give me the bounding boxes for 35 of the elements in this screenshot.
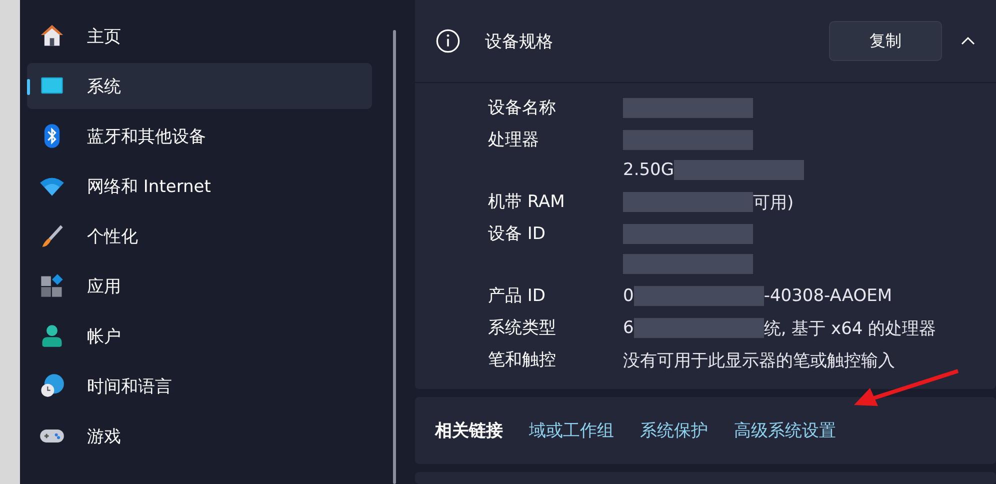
spec-value: 没有可用于此显示器的笔或触控输入 [623,350,895,372]
scrollbar[interactable] [393,30,396,484]
nav-item[interactable]: 主页 [27,13,372,59]
nav-item[interactable]: 应用 [27,263,372,309]
link[interactable]: 域或工作组 [529,419,614,442]
spec-label: 笔和触控 [488,349,557,372]
spec-label: 机带 RAM [488,191,566,214]
section-title: 设备规格 [485,30,554,52]
nav-item[interactable]: 游戏 [27,413,372,459]
nav-item[interactable]: 个性化 [27,213,372,259]
link[interactable]: 系统保护 [640,419,708,442]
globe-clock-icon [39,373,65,399]
link[interactable]: 高级系统设置 [734,419,836,442]
links-title: 相关链接 [435,420,503,442]
nav-item[interactable]: 帐户 [27,313,372,359]
spec-value: 6 [623,318,634,338]
selection-indicator [27,79,30,95]
spec-value: -40308-AAOEM [764,286,892,306]
nav-item[interactable]: 蓝牙和其他设备 [27,113,372,159]
spec-label: 产品 ID [488,285,547,308]
house-icon [39,23,65,49]
spec-value: 2.50G [623,160,674,180]
spec-value: 统, 基于 x64 的处理器 [764,318,936,340]
spec-label: 系统类型 [488,317,557,340]
nav-item[interactable]: 系统 [27,63,372,109]
nav-item[interactable]: 时间和语言 [27,363,372,409]
spec-value: 可用) [753,192,794,214]
apps-icon [39,273,65,299]
spec-label: 处理器 [488,129,540,152]
spec-value: 0 [623,286,634,306]
spec-label: 设备名称 [488,97,557,120]
info-icon [435,28,461,54]
spec-label: 设备 ID [488,223,547,246]
nav-item[interactable]: 网络和 Internet [27,163,372,209]
copy-button[interactable]: 复制 [829,21,942,61]
